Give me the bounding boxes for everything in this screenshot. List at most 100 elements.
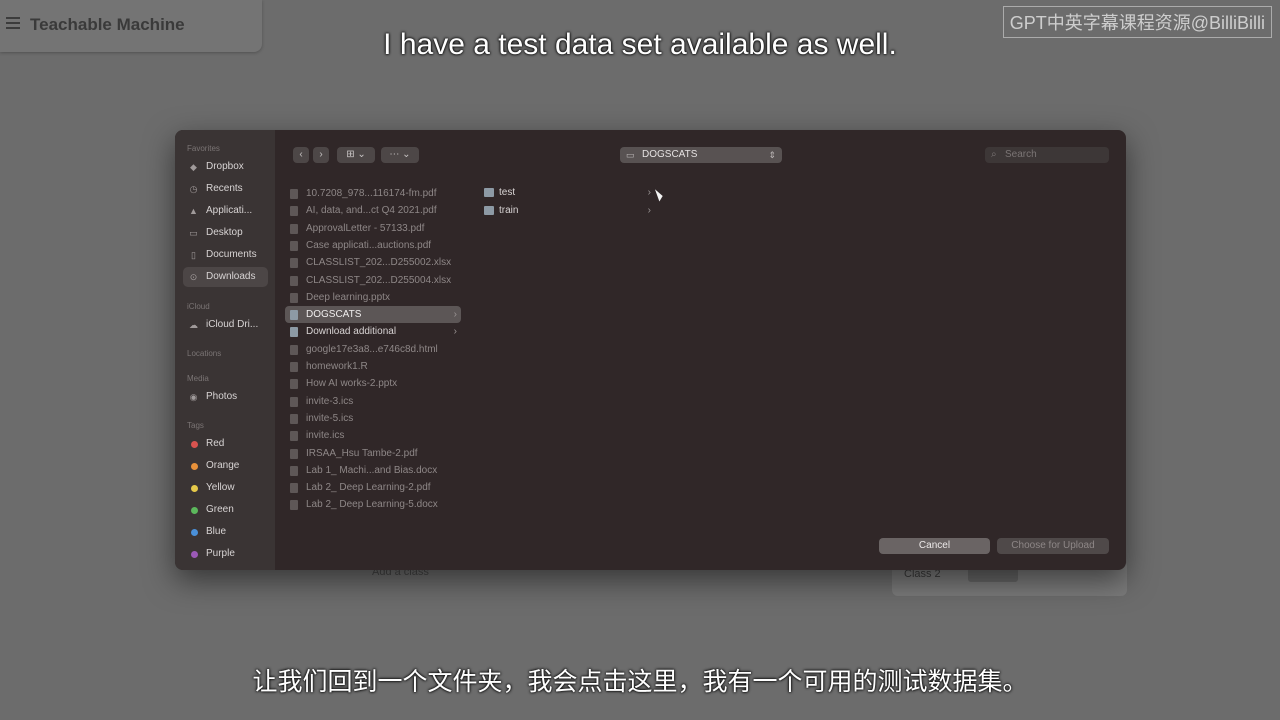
choose-for-upload-button[interactable]: Choose for Upload	[997, 538, 1109, 554]
file-icon	[290, 223, 298, 234]
file-row[interactable]: IRSAA_Hsu Tambe-2.pdf	[285, 445, 461, 462]
file-name: How AI works-2.pptx	[306, 378, 398, 390]
group-button[interactable]: ⋯ ⌄	[381, 147, 419, 163]
file-icon	[290, 448, 298, 459]
forward-button[interactable]: ›	[313, 147, 329, 163]
folder-row[interactable]: DOGSCATS ›	[285, 306, 461, 324]
sidebar-item-label: Recents	[206, 183, 243, 194]
file-name: 10.7208_978...116174-fm.pdf	[306, 188, 437, 199]
media-heading: Media	[187, 374, 209, 383]
file-row[interactable]: ApprovalLetter - 57133.pdf	[285, 220, 461, 237]
file-row[interactable]: google17e3a8...e746c8d.html	[285, 341, 461, 358]
file-row[interactable]: CLASSLIST_202...D255002.xlsx	[285, 254, 461, 271]
search-input[interactable]: ⌕ Search	[985, 147, 1109, 163]
chevron-right-icon: ›	[647, 187, 651, 198]
file-name: invite-5.ics	[306, 412, 354, 424]
file-name: google17e3a8...e746c8d.html	[306, 343, 438, 355]
file-icon	[290, 500, 298, 511]
file-name: ApprovalLetter - 57133.pdf	[306, 222, 425, 234]
sidebar-item-dropbox[interactable]: ◆ Dropbox	[183, 157, 268, 177]
sidebar-item-recents[interactable]: ◷ Recents	[183, 179, 268, 199]
file-row[interactable]: AI, data, and...ct Q4 2021.pdf	[285, 202, 461, 219]
tags-heading: Tags	[187, 421, 204, 430]
folder-row[interactable]: Download additional ›	[285, 323, 461, 340]
folder-name: test	[499, 187, 516, 198]
tag-label: Yellow	[206, 482, 235, 493]
file-row[interactable]: homework1.R	[285, 358, 461, 375]
sidebar-item-icloud-drive[interactable]: ☁ iCloud Dri...	[183, 315, 268, 335]
sidebar-item-label: Documents	[206, 249, 257, 260]
file-row[interactable]: Deep learning.pptx	[285, 289, 461, 306]
chevron-right-icon: ›	[319, 149, 323, 160]
file-row[interactable]: 10.7208_978...116174-fm.pdf	[285, 185, 461, 202]
sidebar-item-label: iCloud Dri...	[206, 319, 259, 330]
file-row[interactable]: Lab 1_ Machi...and Bias.docx	[285, 462, 461, 479]
file-row[interactable]: Case applicati...auctions.pdf	[285, 237, 461, 254]
file-icon	[290, 258, 298, 269]
folder-icon: ▭	[626, 150, 635, 160]
file-row[interactable]: invite-5.ics	[285, 410, 461, 427]
updown-chevron-icon: ⇕	[768, 150, 776, 160]
tag-color-dot	[191, 507, 198, 514]
cancel-button[interactable]: Cancel	[879, 538, 990, 554]
subfolder-train[interactable]: train ›	[480, 202, 655, 219]
tag-label: Blue	[206, 526, 227, 537]
sidebar-item-applicati[interactable]: ▲ Applicati...	[183, 201, 268, 221]
sidebar-item-downloads[interactable]: ⊙ Downloads	[183, 267, 268, 287]
sidebar-tag-yellow[interactable]: Yellow	[183, 478, 268, 498]
file-icon	[290, 362, 298, 372]
file-name: invite.ics	[306, 430, 345, 442]
search-placeholder: Search	[1005, 149, 1037, 160]
sidebar-item-desktop[interactable]: ▭ Desktop	[183, 223, 268, 243]
dialog-sidebar: Favorites ◆ Dropbox ◷ Recents ▲ Applicati... ▭…	[175, 130, 275, 570]
view-mode-button[interactable]: ⊞ ⌄	[337, 147, 375, 163]
chevron-right-icon: ›	[453, 309, 457, 321]
icloud-heading: iCloud	[187, 302, 210, 311]
sidebar-item-label: Dropbox	[206, 161, 244, 172]
sidebar-tag-red[interactable]: Red	[183, 434, 268, 454]
grid-view-icon: ⊞ ⌄	[346, 149, 366, 160]
sidebar-item-label: Downloads	[206, 271, 256, 282]
file-row[interactable]: CLASSLIST_202...D255004.xlsx	[285, 272, 461, 289]
folder-icon	[290, 327, 298, 338]
clock-icon: ◷	[189, 184, 198, 194]
file-icon	[290, 465, 298, 476]
file-row[interactable]: invite.ics	[285, 427, 461, 444]
sidebar-tag-blue[interactable]: Blue	[183, 522, 268, 542]
back-button[interactable]: ‹	[293, 147, 309, 163]
file-icon	[290, 396, 298, 407]
sidebar-item-label: Desktop	[206, 227, 243, 238]
desktop-icon: ▭	[189, 228, 198, 238]
sidebar-tag-green[interactable]: Green	[183, 500, 268, 520]
file-name: IRSAA_Hsu Tambe-2.pdf	[306, 447, 418, 459]
chevron-right-icon: ›	[453, 326, 457, 338]
file-icon	[290, 483, 298, 494]
sidebar-tag-purple[interactable]: Purple	[183, 544, 268, 564]
file-name: Lab 2_ Deep Learning-2.pdf	[306, 482, 431, 494]
folder-icon	[484, 188, 494, 197]
download-icon: ⊙	[189, 272, 198, 282]
file-row[interactable]: invite-3.ics	[285, 393, 461, 410]
dropbox-icon: ◆	[190, 162, 197, 172]
sidebar-item-documents[interactable]: ▯ Documents	[183, 245, 268, 265]
file-name: Download additional	[306, 326, 397, 338]
file-icon	[290, 206, 298, 217]
tag-label: Red	[206, 438, 225, 449]
apps-icon: ▲	[189, 206, 198, 216]
sidebar-tag-orange[interactable]: Orange	[183, 456, 268, 476]
favorites-heading: Favorites	[187, 144, 220, 153]
group-icon: ⋯ ⌄	[389, 149, 411, 160]
folder-icon	[484, 205, 494, 215]
subtitle-english: I have a test data set available as well…	[383, 28, 897, 61]
tag-color-dot	[191, 551, 198, 558]
file-row[interactable]: Lab 2_ Deep Learning-2.pdf	[285, 479, 461, 496]
mouse-cursor	[654, 187, 665, 202]
file-name: Lab 1_ Machi...and Bias.docx	[306, 464, 438, 476]
file-row[interactable]: How AI works-2.pptx	[285, 375, 461, 392]
file-name: CLASSLIST_202...D255004.xlsx	[306, 274, 452, 286]
path-label: DOGSCATS	[642, 149, 698, 160]
sidebar-item-photos[interactable]: ◉ Photos	[183, 387, 268, 407]
path-popup[interactable]: ▭ DOGSCATS ⇕	[620, 147, 782, 163]
file-row[interactable]: Lab 2_ Deep Learning-5.docx	[285, 496, 461, 513]
subfolder-test[interactable]: test ›	[480, 184, 655, 201]
